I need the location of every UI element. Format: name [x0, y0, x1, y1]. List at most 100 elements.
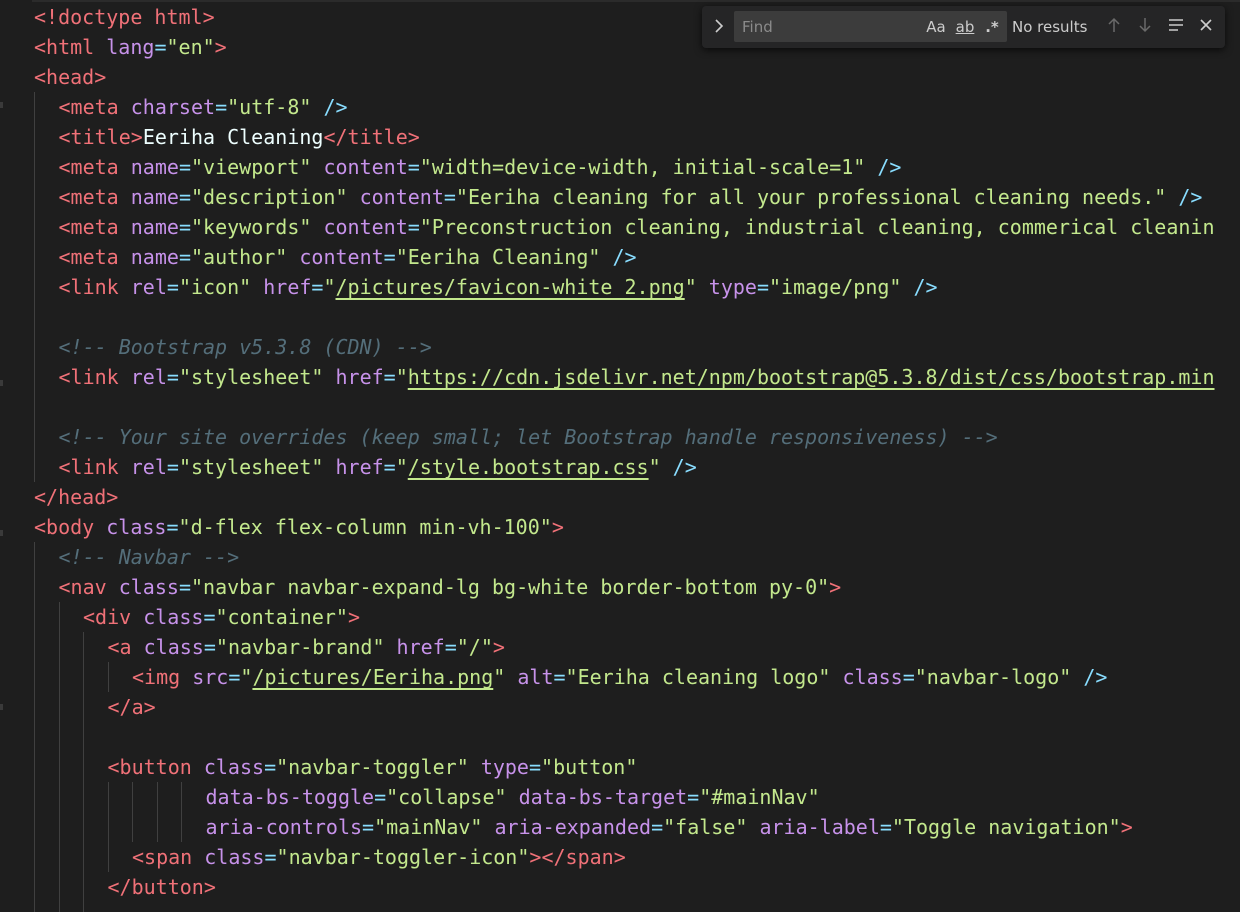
- indent-guide: [181, 812, 182, 842]
- code-line[interactable]: <div class="container">: [0, 602, 1240, 632]
- code-editor[interactable]: <!doctype html> <html lang="en"> <head> <me…: [0, 0, 1240, 912]
- code-token: <: [132, 665, 145, 689]
- code-token: >: [407, 125, 420, 149]
- find-input[interactable]: [734, 11, 940, 42]
- code-token: <: [34, 35, 47, 59]
- code-token: "icon": [178, 275, 252, 299]
- code-line[interactable]: <!-- Your site overrides (keep small; le…: [0, 422, 1240, 452]
- code-text-area[interactable]: <!doctype html> <html lang="en"> <head> <me…: [0, 2, 1240, 912]
- code-line[interactable]: aria-controls="mainNav" aria-expanded="f…: [0, 812, 1240, 842]
- next-match-button[interactable]: [1132, 14, 1158, 40]
- code-token: <: [58, 575, 71, 599]
- code-line-text: </head>: [34, 482, 118, 512]
- code-token: </: [107, 875, 132, 899]
- code-token: head: [58, 485, 107, 509]
- code-token: class: [106, 515, 167, 539]
- code-line[interactable]: data-bs-toggle="collapse" data-bs-target…: [0, 782, 1240, 812]
- code-token: <: [58, 245, 71, 269]
- code-token: <!-- Bootstrap v5.3.8 (CDN) -->: [58, 335, 432, 359]
- code-token: />: [660, 455, 697, 479]
- match-case-toggle[interactable]: Aa: [923, 15, 949, 38]
- match-whole-word-toggle[interactable]: ab: [952, 15, 978, 38]
- code-line[interactable]: [0, 722, 1240, 752]
- code-line[interactable]: <span class="navbar-toggler-icon"></span…: [0, 842, 1240, 872]
- code-token: "width=device-width, initial-scale=1": [419, 155, 866, 179]
- code-token: html: [46, 35, 95, 59]
- code-line[interactable]: [0, 902, 1240, 912]
- code-token: class: [118, 575, 179, 599]
- indent-guide: [34, 332, 35, 362]
- code-token: lang: [106, 35, 155, 59]
- code-token: <: [58, 215, 71, 239]
- code-token: data-bs-toggle: [205, 785, 375, 809]
- code-line[interactable]: </head>: [0, 482, 1240, 512]
- code-line[interactable]: <nav class="navbar navbar-expand-lg bg-w…: [0, 572, 1240, 602]
- code-line-text: <head>: [34, 62, 106, 92]
- code-token: >: [106, 485, 119, 509]
- code-token: "/": [456, 635, 493, 659]
- code-token: <: [107, 755, 120, 779]
- code-token: <: [58, 155, 71, 179]
- code-token: <!doctype html>: [34, 5, 215, 29]
- code-token: <!-- Navbar -->: [58, 545, 240, 569]
- code-line[interactable]: <head>: [0, 62, 1240, 92]
- code-line[interactable]: <title>Eeriha Cleaning</title>: [0, 122, 1240, 152]
- code-line[interactable]: </button>: [0, 872, 1240, 902]
- code-token: />: [600, 245, 637, 269]
- indent-guide: [34, 872, 35, 902]
- code-line[interactable]: <a class="navbar-brand" href="/">: [0, 632, 1240, 662]
- code-token: class: [203, 755, 265, 779]
- indent-guide: [83, 872, 84, 902]
- code-token: "d-flex flex-column min-vh-100": [178, 515, 552, 539]
- code-token: >: [829, 575, 842, 599]
- code-token: head: [46, 65, 95, 89]
- code-line-text: <meta name="viewport" content="width=dev…: [59, 152, 902, 182]
- code-line[interactable]: <!-- Bootstrap v5.3.8 (CDN) -->: [0, 332, 1240, 362]
- code-line[interactable]: <link rel="stylesheet" href="https://cdn…: [0, 362, 1240, 392]
- toggle-replace-button[interactable]: [708, 14, 730, 40]
- code-line[interactable]: <!-- Navbar -->: [0, 542, 1240, 572]
- code-token: meta: [70, 185, 119, 209]
- code-line[interactable]: <meta name="description" content="Eeriha…: [0, 182, 1240, 212]
- use-regex-toggle[interactable]: .*: [981, 15, 1003, 38]
- code-line[interactable]: [0, 392, 1240, 422]
- code-line[interactable]: <body class="d-flex flex-column min-vh-1…: [0, 512, 1240, 542]
- code-line[interactable]: <meta charset="utf-8" />: [0, 92, 1240, 122]
- code-line[interactable]: <button class="navbar-toggler" type="but…: [0, 752, 1240, 782]
- find-in-selection-button[interactable]: [1163, 14, 1189, 40]
- code-line[interactable]: <link rel="stylesheet" href="/style.boot…: [0, 452, 1240, 482]
- code-token: "mainNav": [374, 815, 483, 839]
- previous-match-button[interactable]: [1101, 14, 1127, 40]
- code-line[interactable]: <meta name="keywords" content="Preconstr…: [0, 212, 1240, 242]
- code-line[interactable]: <meta name="viewport" content="width=dev…: [0, 152, 1240, 182]
- code-line[interactable]: <link rel="icon" href="/pictures/favicon…: [0, 272, 1240, 302]
- code-token: =: [264, 845, 277, 869]
- close-find-button[interactable]: [1193, 14, 1219, 40]
- code-token: >: [94, 65, 107, 89]
- indent-guide: [58, 872, 60, 902]
- code-token: =: [443, 185, 456, 209]
- code-token: =: [166, 365, 179, 389]
- code-line-text: <link rel="stylesheet" href="https://cdn…: [59, 362, 1215, 392]
- code-line[interactable]: <meta name="author" content="Eeriha Clea…: [0, 242, 1240, 272]
- code-token: =: [178, 185, 191, 209]
- code-token: "viewport": [190, 155, 312, 179]
- code-token: "false": [663, 815, 748, 839]
- code-token: =: [178, 245, 191, 269]
- code-token: =: [528, 755, 542, 779]
- code-line[interactable]: <img src="/pictures/Eeriha.png" alt="Eer…: [0, 662, 1240, 692]
- code-line[interactable]: [0, 302, 1240, 332]
- indent-guide: [156, 782, 158, 812]
- indent-guide: [156, 812, 158, 842]
- code-token: "stylesheet": [178, 365, 324, 389]
- code-token: =: [178, 575, 191, 599]
- code-line[interactable]: </a>: [0, 692, 1240, 722]
- code-token: "Eeriha Cleaning": [395, 245, 601, 269]
